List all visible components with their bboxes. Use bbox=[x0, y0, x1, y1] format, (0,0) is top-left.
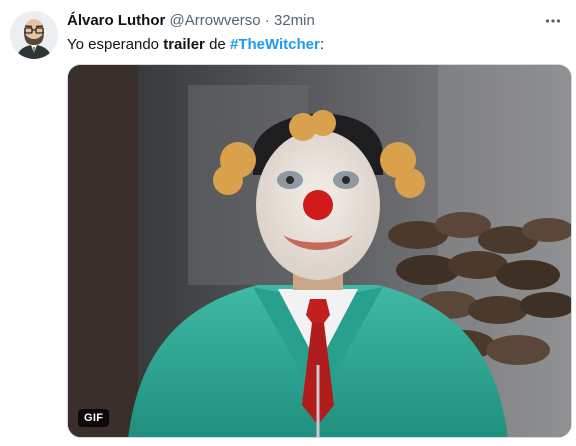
separator-dot: · bbox=[264, 12, 270, 29]
avatar-image bbox=[10, 11, 58, 59]
tweet-header: Álvaro Luthor @Arrowverso · 32min bbox=[67, 10, 536, 32]
tweet-text-prefix: Yo esperando bbox=[67, 36, 164, 53]
tweet-text: Yo esperando trailer de #TheWitcher: bbox=[67, 34, 324, 56]
timestamp[interactable]: 32min bbox=[274, 12, 315, 29]
avatar[interactable] bbox=[10, 11, 58, 59]
hashtag-link[interactable]: #TheWitcher bbox=[230, 36, 320, 53]
gif-image bbox=[68, 65, 571, 437]
display-name[interactable]: Álvaro Luthor bbox=[67, 12, 165, 29]
more-options-button[interactable] bbox=[542, 10, 564, 32]
tweet-text-suffix: : bbox=[319, 36, 324, 53]
tweet-text-mid: de bbox=[204, 36, 230, 53]
tweet-text-bold: trailer bbox=[163, 36, 205, 53]
gif-media[interactable]: GIF bbox=[67, 64, 572, 438]
gif-badge: GIF bbox=[78, 409, 110, 427]
user-handle[interactable]: @Arrowverso bbox=[170, 12, 261, 29]
more-horizontal-icon bbox=[545, 19, 561, 23]
